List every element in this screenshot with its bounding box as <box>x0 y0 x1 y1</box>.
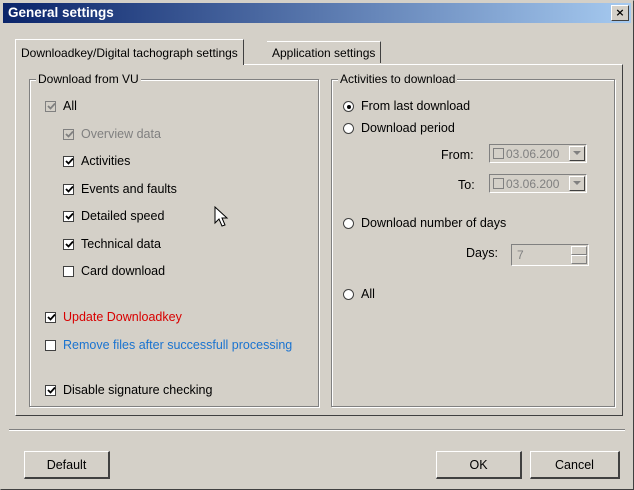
ok-button[interactable]: OK <box>436 451 522 479</box>
separator <box>9 429 625 431</box>
radio-days-label: Download number of days <box>361 216 507 230</box>
checkbox-remove-box[interactable] <box>45 339 56 351</box>
checkbox-remove-label: Remove files after successfull processin… <box>63 338 293 352</box>
checkbox-signature-label: Disable signature checking <box>63 383 213 397</box>
download-group-title: Download from VU <box>36 72 141 86</box>
close-button[interactable]: × <box>611 5 629 21</box>
from-dropdown-button[interactable] <box>569 146 585 161</box>
title-bar: General settings × <box>3 3 631 23</box>
tab-application-settings[interactable]: Application settings <box>267 41 382 63</box>
checkbox-speed-label: Detailed speed <box>81 209 165 223</box>
to-date-checkbox[interactable] <box>493 178 504 189</box>
checkbox-technical-data[interactable]: Technical data <box>63 236 161 252</box>
checkbox-activities-label: Activities <box>81 154 131 168</box>
checkbox-all[interactable]: All <box>45 98 77 114</box>
radio-download-number-of-days[interactable]: Download number of days <box>343 215 506 231</box>
from-label: From: <box>441 148 474 162</box>
checkbox-overview-label: Overview data <box>81 127 161 141</box>
window-title: General settings <box>8 5 114 20</box>
checkbox-all-label: All <box>63 99 77 113</box>
from-date-value: 03.06.200 <box>506 146 560 161</box>
activities-group-title: Activities to download <box>338 72 458 86</box>
checkbox-activities-box[interactable] <box>63 155 74 167</box>
mouse-cursor-icon <box>214 206 229 227</box>
checkbox-disable-signature[interactable]: Disable signature checking <box>45 382 212 398</box>
spinner-down-button[interactable] <box>571 255 587 264</box>
radio-from-last-circle[interactable] <box>343 100 354 112</box>
checkbox-events-label: Events and faults <box>81 182 177 196</box>
cancel-button[interactable]: Cancel <box>530 451 620 479</box>
checkbox-remove-files[interactable]: Remove files after successfull processin… <box>45 337 292 353</box>
settings-dialog: General settings × Downloadkey/Digital t… <box>0 0 634 490</box>
radio-period-label: Download period <box>361 121 455 135</box>
checkbox-events-box[interactable] <box>63 183 74 195</box>
days-spinner[interactable]: 7 <box>511 244 589 266</box>
default-button[interactable]: Default <box>24 451 110 479</box>
checkbox-update-label: Update Downloadkey <box>63 310 182 324</box>
tab-downloadkey-settings[interactable]: Downloadkey/Digital tachograph settings <box>15 39 244 65</box>
from-date-checkbox[interactable] <box>493 148 504 159</box>
checkbox-overview-box[interactable] <box>63 128 74 140</box>
days-label: Days: <box>466 246 498 260</box>
checkbox-update-downloadkey[interactable]: Update Downloadkey <box>45 309 182 325</box>
from-date-picker[interactable]: 03.06.200 <box>489 144 587 163</box>
checkbox-signature-box[interactable] <box>45 384 56 396</box>
checkbox-activities[interactable]: Activities <box>63 153 130 169</box>
radio-period-circle[interactable] <box>343 122 354 134</box>
checkbox-card-box[interactable] <box>63 265 74 277</box>
checkbox-card-label: Card download <box>81 264 166 278</box>
checkbox-card-download[interactable]: Card download <box>63 263 165 279</box>
to-dropdown-button[interactable] <box>569 176 585 191</box>
radio-all-label: All <box>361 287 375 301</box>
radio-from-last-download[interactable]: From last download <box>343 98 470 114</box>
radio-days-circle[interactable] <box>343 217 354 229</box>
to-label: To: <box>458 178 475 192</box>
checkbox-overview-data[interactable]: Overview data <box>63 126 161 142</box>
checkbox-technical-box[interactable] <box>63 238 74 250</box>
radio-download-period[interactable]: Download period <box>343 120 455 136</box>
checkbox-technical-label: Technical data <box>81 237 161 251</box>
checkbox-update-box[interactable] <box>45 311 56 323</box>
checkbox-detailed-speed[interactable]: Detailed speed <box>63 208 164 224</box>
to-date-value: 03.06.200 <box>506 176 560 191</box>
days-value: 7 <box>517 248 524 262</box>
radio-all-circle[interactable] <box>343 288 354 300</box>
checkbox-speed-box[interactable] <box>63 210 74 222</box>
spinner-up-button[interactable] <box>571 246 587 255</box>
radio-from-last-label: From last download <box>361 99 471 113</box>
checkbox-all-box[interactable] <box>45 100 56 112</box>
radio-all[interactable]: All <box>343 286 375 302</box>
checkbox-events-faults[interactable]: Events and faults <box>63 181 177 197</box>
to-date-picker[interactable]: 03.06.200 <box>489 174 587 193</box>
close-icon: × <box>615 6 625 19</box>
